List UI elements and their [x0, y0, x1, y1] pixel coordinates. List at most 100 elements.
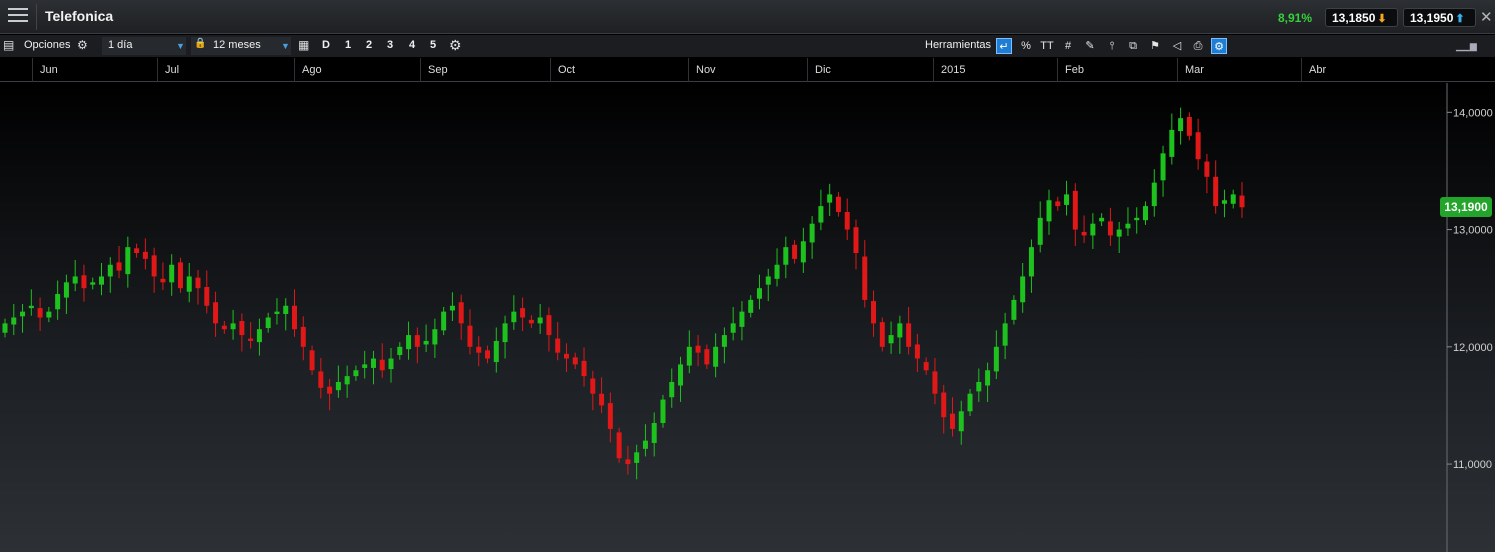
- window-layout-icon[interactable]: ▁▁▆: [1456, 41, 1477, 52]
- candle-body: [256, 329, 262, 343]
- candle: [1072, 183, 1078, 246]
- range-button-5[interactable]: 5: [430, 39, 436, 51]
- candle-body: [151, 255, 157, 277]
- print-icon[interactable]: ⎙: [1190, 38, 1206, 54]
- candle-body: [1230, 194, 1236, 204]
- down-arrow-icon: ⬇: [1377, 13, 1387, 25]
- candle: [256, 318, 262, 356]
- gear-icon[interactable]: ⚙: [77, 38, 88, 52]
- candle-body: [353, 370, 359, 377]
- candle-body: [300, 326, 306, 347]
- candle-body: [748, 299, 754, 313]
- candle: [1116, 221, 1122, 254]
- candle-body: [1134, 217, 1140, 221]
- candle: [274, 298, 280, 325]
- options-button[interactable]: Opciones: [24, 39, 70, 51]
- candle-body: [230, 323, 236, 330]
- candle: [642, 424, 648, 457]
- candle: [1055, 196, 1061, 211]
- month-separator: [1057, 58, 1058, 82]
- candle-body: [1072, 190, 1078, 230]
- candle-body: [634, 452, 640, 463]
- compare-icon[interactable]: ⧉: [1125, 38, 1141, 54]
- crosshair-toggle-icon[interactable]: ↵: [996, 38, 1012, 54]
- candle: [11, 304, 17, 336]
- chevron-down-icon: ▼: [281, 41, 290, 51]
- candle-body: [651, 423, 657, 443]
- y-tick-label: 13,0000: [1453, 225, 1493, 237]
- candle: [1178, 107, 1184, 145]
- candle: [528, 315, 534, 329]
- settings-icon[interactable]: ⚙: [1211, 38, 1227, 54]
- candle-icon[interactable]: ⫯: [1104, 38, 1120, 54]
- candle: [1160, 145, 1166, 197]
- candle: [906, 306, 912, 355]
- percent-icon[interactable]: %: [1018, 38, 1034, 54]
- candle-body: [739, 311, 745, 327]
- candle: [81, 264, 87, 302]
- candle: [1125, 207, 1131, 237]
- label-icon[interactable]: ◁: [1169, 38, 1185, 54]
- range-button-3[interactable]: 3: [387, 39, 393, 51]
- candle-body: [792, 244, 798, 259]
- candle: [739, 301, 745, 341]
- interval-select[interactable]: 1 día ▼: [102, 37, 186, 55]
- month-label: Dic: [815, 64, 831, 76]
- candle: [923, 357, 929, 375]
- candle: [28, 289, 34, 316]
- close-icon[interactable]: ✕: [1480, 8, 1493, 26]
- candle: [1037, 201, 1043, 253]
- range-select[interactable]: 🔒 12 meses ▼: [191, 37, 291, 55]
- text-size-icon[interactable]: TT: [1039, 38, 1055, 54]
- month-label: Feb: [1065, 64, 1084, 76]
- candle-body: [1055, 201, 1061, 207]
- range-button-d[interactable]: D: [322, 39, 330, 51]
- candle: [572, 352, 578, 370]
- candle-body: [1239, 195, 1245, 208]
- candle-body: [344, 376, 350, 385]
- candlestick-chart[interactable]: 11,0000 12,0000 13,0000 14,0000: [0, 83, 1495, 552]
- candle: [581, 347, 587, 387]
- candle: [783, 236, 789, 279]
- calendar-icon[interactable]: ▦: [298, 38, 309, 52]
- candle-body: [897, 323, 903, 338]
- candle: [502, 315, 508, 359]
- candle-body: [406, 335, 412, 350]
- range-button-4[interactable]: 4: [409, 39, 415, 51]
- candle: [177, 257, 183, 293]
- indicator-icon[interactable]: ⚑: [1147, 38, 1163, 54]
- candle-body: [835, 196, 841, 212]
- candle: [169, 254, 175, 296]
- sell-price-button[interactable]: 13,1850 ⬇: [1325, 8, 1398, 27]
- drawing-icon[interactable]: ✎: [1082, 38, 1098, 54]
- candle-body: [46, 311, 52, 318]
- grid-icon[interactable]: #: [1060, 38, 1076, 54]
- candle-body: [985, 370, 991, 386]
- candle: [765, 268, 771, 302]
- range-button-1[interactable]: 1: [345, 39, 351, 51]
- candle: [914, 333, 920, 373]
- candle: [1011, 295, 1017, 325]
- candle: [1151, 169, 1157, 217]
- candle: [520, 297, 526, 331]
- candle-body: [362, 364, 368, 368]
- candle-body: [81, 275, 87, 289]
- candle: [546, 307, 552, 352]
- candle-body: [476, 346, 482, 353]
- candle: [862, 240, 868, 308]
- candle: [160, 262, 166, 290]
- settings-gear-icon[interactable]: ⚙: [449, 37, 462, 54]
- candle-body: [265, 317, 271, 329]
- candle: [493, 327, 499, 373]
- list-icon[interactable]: ▤: [3, 38, 14, 52]
- range-button-2[interactable]: 2: [366, 39, 372, 51]
- candle-body: [695, 345, 701, 353]
- candle: [300, 316, 306, 361]
- candle-body: [871, 301, 877, 324]
- title-bar: Telefonica 8,91% 13,1850 ⬇ 13,1950 ⬆ ✕: [0, 0, 1495, 34]
- hamburger-menu-icon[interactable]: [8, 8, 28, 24]
- candle-body: [932, 371, 938, 394]
- candle-body: [1204, 161, 1210, 177]
- buy-price-button[interactable]: 13,1950 ⬆: [1403, 8, 1476, 27]
- y-tick-label: 14,0000: [1453, 107, 1493, 119]
